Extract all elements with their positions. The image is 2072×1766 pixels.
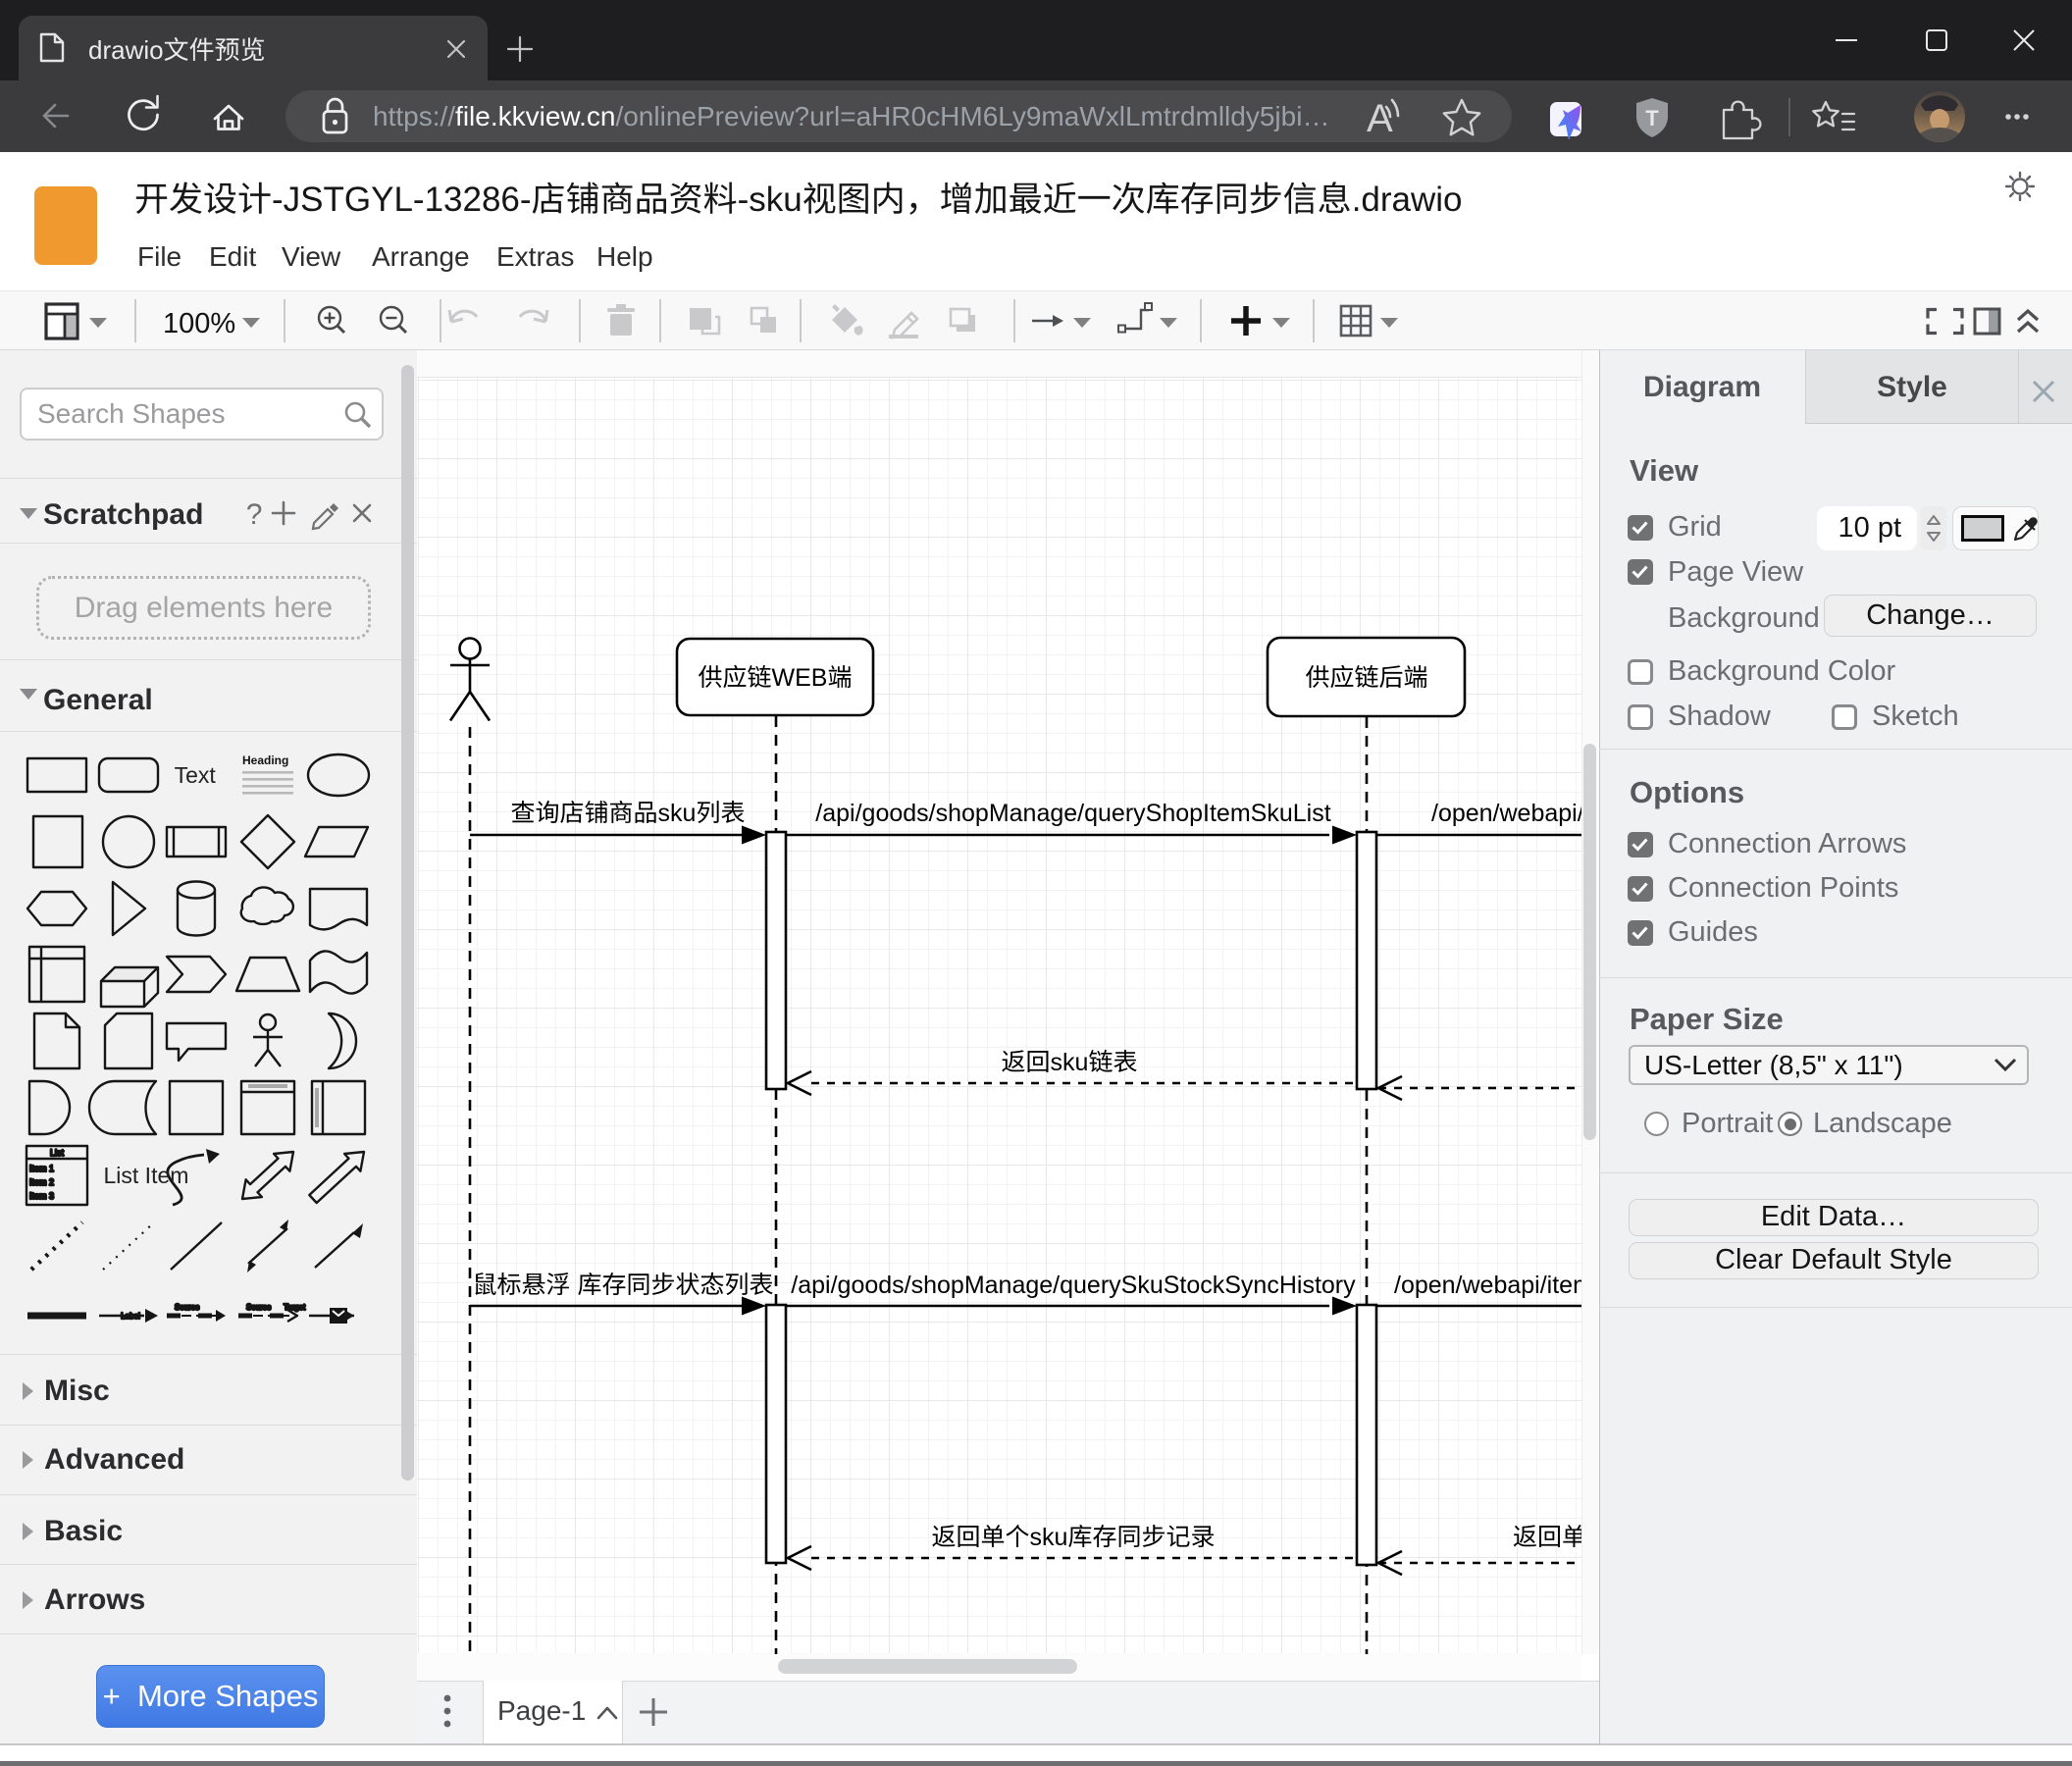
svg-text:List: List — [50, 1148, 65, 1158]
svg-text:Item 2: Item 2 — [29, 1177, 54, 1187]
svg-text:-JSTGYL-13286-: -JSTGYL-13286- — [272, 181, 532, 219]
svg-text:Item 1: Item 1 — [29, 1164, 54, 1173]
svg-text:?: ? — [246, 498, 263, 531]
svg-text:Heading: Heading — [242, 753, 288, 767]
svg-text:/api/goods/shopManage/querySho: /api/goods/shopManage/queryShopItemSkuLi… — [815, 800, 1330, 827]
svg-text:Item 3: Item 3 — [29, 1191, 54, 1201]
svg-text:sku: sku — [1051, 1049, 1089, 1076]
svg-text:sku: sku — [1030, 1524, 1068, 1551]
svg-text:sku: sku — [658, 800, 697, 827]
svg-text:Target: Target — [284, 1303, 306, 1312]
svg-text:/open/webapi/item: /open/webapi/item — [1394, 1272, 1593, 1299]
svg-text:Source: Source — [246, 1303, 272, 1312]
svg-text:Source: Source — [175, 1303, 200, 1312]
svg-text:/open/webapi/ite: /open/webapi/ite — [1431, 800, 1610, 827]
svg-text:A: A — [1367, 97, 1393, 140]
svg-text:Label: Label — [121, 1312, 140, 1321]
svg-text:WEB: WEB — [772, 664, 828, 692]
svg-text:drawio: drawio — [88, 35, 164, 65]
svg-text:/api/goods/shopManage/querySku: /api/goods/shopManage/querySkuStockSyncH… — [791, 1272, 1356, 1299]
svg-text:List Item: List Item — [104, 1163, 189, 1188]
svg-text:-sku: -sku — [738, 181, 803, 219]
svg-text:.drawio: .drawio — [1352, 181, 1463, 219]
svg-text:T: T — [1645, 106, 1659, 130]
svg-text:Text: Text — [175, 762, 217, 788]
